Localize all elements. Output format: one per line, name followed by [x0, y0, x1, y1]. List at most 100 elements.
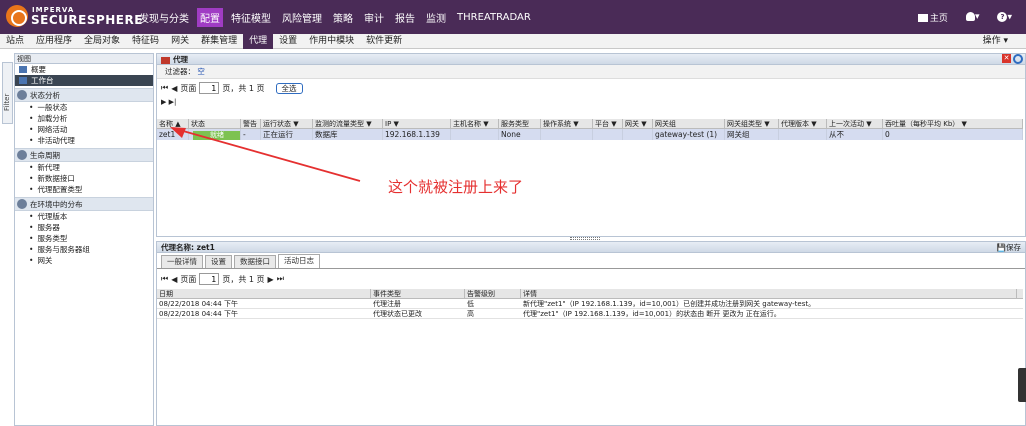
log-column-header[interactable]: 告警级别 — [465, 289, 521, 298]
column-header[interactable]: 吞吐量（每秒平均 Kb） ▼ — [883, 119, 1023, 128]
sidebar-item[interactable]: 工作台 — [15, 75, 153, 86]
sidebar-link[interactable]: 加载分析 — [15, 113, 153, 124]
sub-nav-item[interactable]: 全局对象 — [78, 34, 126, 49]
log-cell: 代理状态已更改 — [373, 310, 422, 318]
log-cell: 新代理"zet1"（IP 192.168.1.139，id=10,001）已创建… — [523, 300, 816, 308]
sidebar-link[interactable]: 非活动代理 — [15, 135, 153, 146]
sidebar-link[interactable]: 服务类型 — [15, 233, 153, 244]
user-menu-button[interactable]: ▾ — [965, 12, 979, 22]
brand-name: SECURESPHERE — [31, 13, 143, 27]
main-nav-item[interactable]: 特征模型 — [228, 8, 274, 27]
sub-nav-item[interactable]: 群集管理 — [195, 34, 243, 49]
sidebar-group-header[interactable]: 在环境中的分布 — [15, 197, 153, 211]
sub-nav-item[interactable]: 应用程序 — [30, 34, 78, 49]
column-header[interactable]: 代理版本 ▼ — [779, 119, 827, 128]
log-row[interactable]: 08/22/2018 04:44 下午 代理状态已更改 高 代理"zet1"（IP 1… — [157, 309, 1023, 319]
sidebar-group-header[interactable]: 生命周期 — [15, 148, 153, 162]
main-nav-item[interactable]: 监测 — [423, 8, 449, 27]
detail-tab[interactable]: 数据接口 — [234, 255, 276, 268]
column-header[interactable]: 网关 ▼ — [623, 119, 653, 128]
column-header[interactable]: IP ▼ — [383, 119, 451, 128]
panel-splitter-handle[interactable] — [570, 237, 600, 240]
main-nav-item[interactable]: 审计 — [361, 8, 387, 27]
sidebar-group-title: 状态分析 — [30, 90, 60, 100]
main-nav-item[interactable]: THREATRADAR — [454, 10, 534, 25]
refresh-icon[interactable] — [1013, 54, 1023, 64]
sidebar-item[interactable]: 概要 — [15, 64, 153, 75]
next-page-icon[interactable]: ▶ — [268, 275, 274, 284]
sub-nav-item[interactable]: 站点 — [0, 34, 30, 49]
main-nav-item[interactable]: 报告 — [392, 8, 418, 27]
filter-value[interactable]: 空 — [197, 67, 205, 76]
sub-nav-item[interactable]: 作用中模块 — [303, 34, 360, 49]
table-cell: 192.168.1.139 — [383, 129, 451, 140]
detail-tab[interactable]: 一般详情 — [161, 255, 203, 268]
save-button[interactable]: 💾保存 — [997, 242, 1021, 253]
log-column-header[interactable]: 日期 — [157, 289, 371, 298]
sidebar-link[interactable]: 网络活动 — [15, 124, 153, 135]
log-cell: 高 — [467, 310, 474, 318]
home-button[interactable]: 主页 — [917, 11, 948, 24]
sidebar-link[interactable]: 服务与服务器组 — [15, 244, 153, 255]
detail-tab[interactable]: 活动日志 — [278, 254, 320, 268]
column-header[interactable]: 服务类型 — [499, 119, 541, 128]
sidebar-link[interactable]: 代理版本 — [15, 211, 153, 222]
table-cell — [623, 129, 653, 140]
side-scroll-handle[interactable] — [1018, 368, 1026, 402]
sidebar-link[interactable]: 新数据接口 — [15, 173, 153, 184]
help-menu-button[interactable]: ? ▾ — [997, 11, 1012, 22]
group-icon — [17, 150, 27, 160]
column-header[interactable]: 网关组类型 ▼ — [725, 119, 779, 128]
window-icon — [917, 14, 928, 22]
table-cell — [593, 129, 623, 140]
sidebar-link[interactable]: 代理配置类型 — [15, 184, 153, 195]
sub-nav-item[interactable]: 网关 — [165, 34, 195, 49]
last-page-icon[interactable]: ⏭ — [277, 274, 284, 284]
log-page-input[interactable] — [199, 273, 220, 285]
sidebar-link[interactable]: 服务器 — [15, 222, 153, 233]
sidebar-group-header[interactable]: 状态分析 — [15, 88, 153, 102]
main-nav-item[interactable]: 策略 — [330, 8, 356, 27]
agents-panel-title: 代理 ✕ — [157, 54, 1025, 65]
first-page-icon[interactable]: ⏮ — [161, 274, 168, 284]
column-header[interactable]: 上一次活动 ▼ — [827, 119, 883, 128]
main-nav-item[interactable]: 配置 — [197, 7, 223, 27]
agents-pager: ⏮ ◀ 页面 页，共 1 页 全选 — [157, 79, 1025, 97]
top-bar: IMPERVA SECURESPHERE 发现与分类 配置 特征模型 风险管理 策略 审计… — [0, 0, 1026, 34]
summary-icon — [19, 66, 27, 73]
operations-menu[interactable]: 操作 ▾ — [983, 34, 1008, 49]
sidebar-link[interactable]: 一般状态 — [15, 102, 153, 113]
prev-page-icon[interactable]: ◀ — [171, 275, 177, 284]
table-cell: 0 — [883, 129, 1023, 140]
sub-nav-item[interactable]: 特征码 — [126, 34, 165, 49]
prev-page-icon[interactable]: ◀ — [171, 84, 177, 93]
sub-nav-item[interactable]: 软件更新 — [360, 34, 408, 49]
sidebar-link[interactable]: 新代理 — [15, 162, 153, 173]
log-column-header[interactable]: 事件类型 — [371, 289, 465, 298]
view-sidebar: 视图 概要工作台 状态分析一般状态加载分析网络活动非活动代理生命周期新代理新数据… — [14, 53, 154, 426]
filter-bar: 过滤器： 空 — [157, 65, 1025, 79]
select-all-button[interactable]: 全选 — [275, 82, 303, 94]
table-cell — [779, 129, 827, 140]
next-last-page-icons[interactable]: ▶ ▶| — [157, 97, 1025, 108]
sidebar-item-label: 工作台 — [31, 76, 54, 85]
column-header[interactable]: 平台 ▼ — [593, 119, 623, 128]
sidebar-group-title: 在环境中的分布 — [30, 199, 83, 209]
close-icon[interactable]: ✕ — [1002, 54, 1011, 63]
filter-side-tab[interactable]: Filter — [2, 62, 13, 124]
main-nav-item[interactable]: 风险管理 — [279, 8, 325, 27]
log-column-header[interactable]: 详情 — [521, 289, 1017, 298]
agent-icon — [161, 56, 170, 64]
column-header[interactable]: 网关组 — [653, 119, 725, 128]
detail-tab[interactable]: 设置 — [205, 255, 232, 268]
log-row[interactable]: 08/22/2018 04:44 下午 代理注册 低 新代理"zet1"（IP 192… — [157, 299, 1023, 309]
sub-nav-item[interactable]: 代理 — [243, 33, 274, 49]
user-icon — [965, 12, 975, 21]
column-header[interactable]: 主机名称 ▼ — [451, 119, 499, 128]
sidebar-link[interactable]: 网关 — [15, 255, 153, 266]
column-header[interactable]: 操作系统 ▼ — [541, 119, 593, 128]
page-number-input[interactable] — [199, 82, 220, 94]
sub-nav-item[interactable]: 设置 — [273, 34, 303, 49]
first-page-icon[interactable]: ⏮ — [161, 83, 168, 93]
main-nav-item[interactable]: 发现与分类 — [136, 8, 192, 27]
